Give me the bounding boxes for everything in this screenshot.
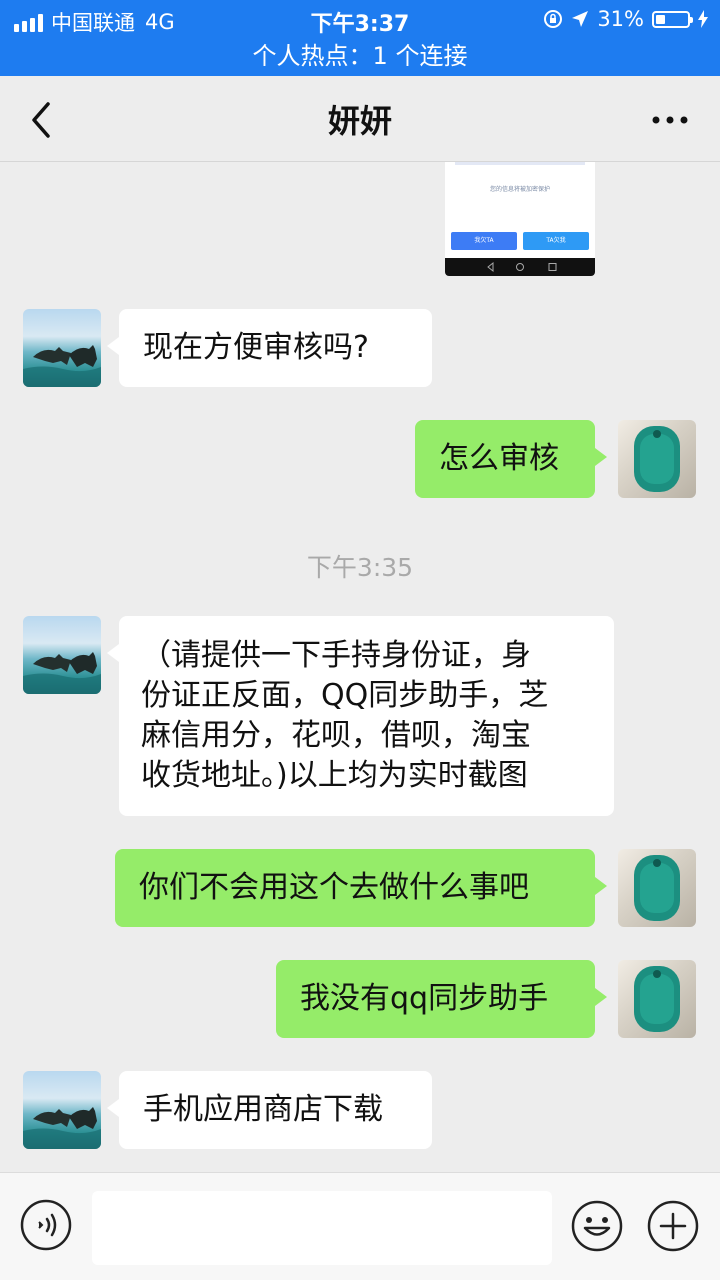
message-line: （请提供一下手持身份证，身 [141,638,531,673]
horse-rider-image [23,345,101,387]
chat-title: 妍妍 [327,102,392,140]
my-avatar[interactable] [618,420,696,498]
thumb-nav-icons [487,261,557,273]
jade-pendant-image [634,855,680,921]
horse-rider-image [23,652,101,694]
charging-icon [698,10,708,28]
chat-header: 妍妍 [0,76,720,162]
message-line: 麻信用分，花呗，借呗，淘宝 [141,718,531,753]
message-line: 收货地址。)以上均为实时截图 [141,758,528,793]
thumb-input-line [455,162,585,165]
message-bubble[interactable]: 你们不会用这个去做什么事吧 [115,849,607,927]
status-right: 31% [543,7,708,31]
image-message[interactable]: 您的信息将被加密保护 我欠TA TA欠我 [445,162,595,276]
input-bar [0,1172,720,1280]
my-avatar[interactable] [618,849,696,927]
location-arrow-icon [572,11,589,27]
more-icon[interactable] [650,108,690,132]
voice-icon[interactable] [20,1199,72,1251]
thumb-note: 您的信息将被加密保护 [489,186,550,193]
emoji-icon[interactable] [570,1199,624,1253]
timestamp: 下午3:35 [306,553,414,582]
contact-avatar[interactable] [23,1071,101,1149]
thumb-button-right: TA欠我 [523,232,589,250]
message-bubble[interactable]: 现在方便审核吗? [107,309,432,387]
my-avatar[interactable] [618,960,696,1038]
battery-icon [652,10,693,28]
battery-fill [656,14,665,24]
message-bubble[interactable]: 手机应用商店下载 [107,1071,432,1149]
hotspot-banner[interactable]: 个人热点：1 个连接 [0,40,720,76]
jade-pendant-image [634,966,680,1032]
message-line: 份证正反面，QQ同步助手，芝 [141,678,549,713]
message-bubble[interactable]: 我没有qq同步助手 [276,960,607,1038]
contact-avatar[interactable] [23,309,101,387]
contact-avatar[interactable] [23,616,101,694]
message-input[interactable] [92,1191,552,1265]
battery-percent: 31% [597,7,644,31]
lock-rotation-icon [544,10,563,28]
status-bar: 中国联通 4G 下午3:37 31% [0,0,720,40]
message-bubble[interactable]: （请提供一下手持身份证，身 份证正反面，QQ同步助手，芝 麻信用分，花呗，借呗，… [107,616,614,816]
thumb-nav-bar [445,258,595,276]
thumb-button-left: 我欠TA [451,232,517,250]
jade-pendant-image [634,426,680,492]
message-bubble[interactable]: 怎么审核 [415,420,607,498]
plus-icon[interactable] [646,1199,700,1253]
message-list[interactable]: 您的信息将被加密保护 我欠TA TA欠我 现在方便审核吗? 怎么审核 下午3:3… [0,162,720,1172]
horse-rider-image [23,1107,101,1149]
